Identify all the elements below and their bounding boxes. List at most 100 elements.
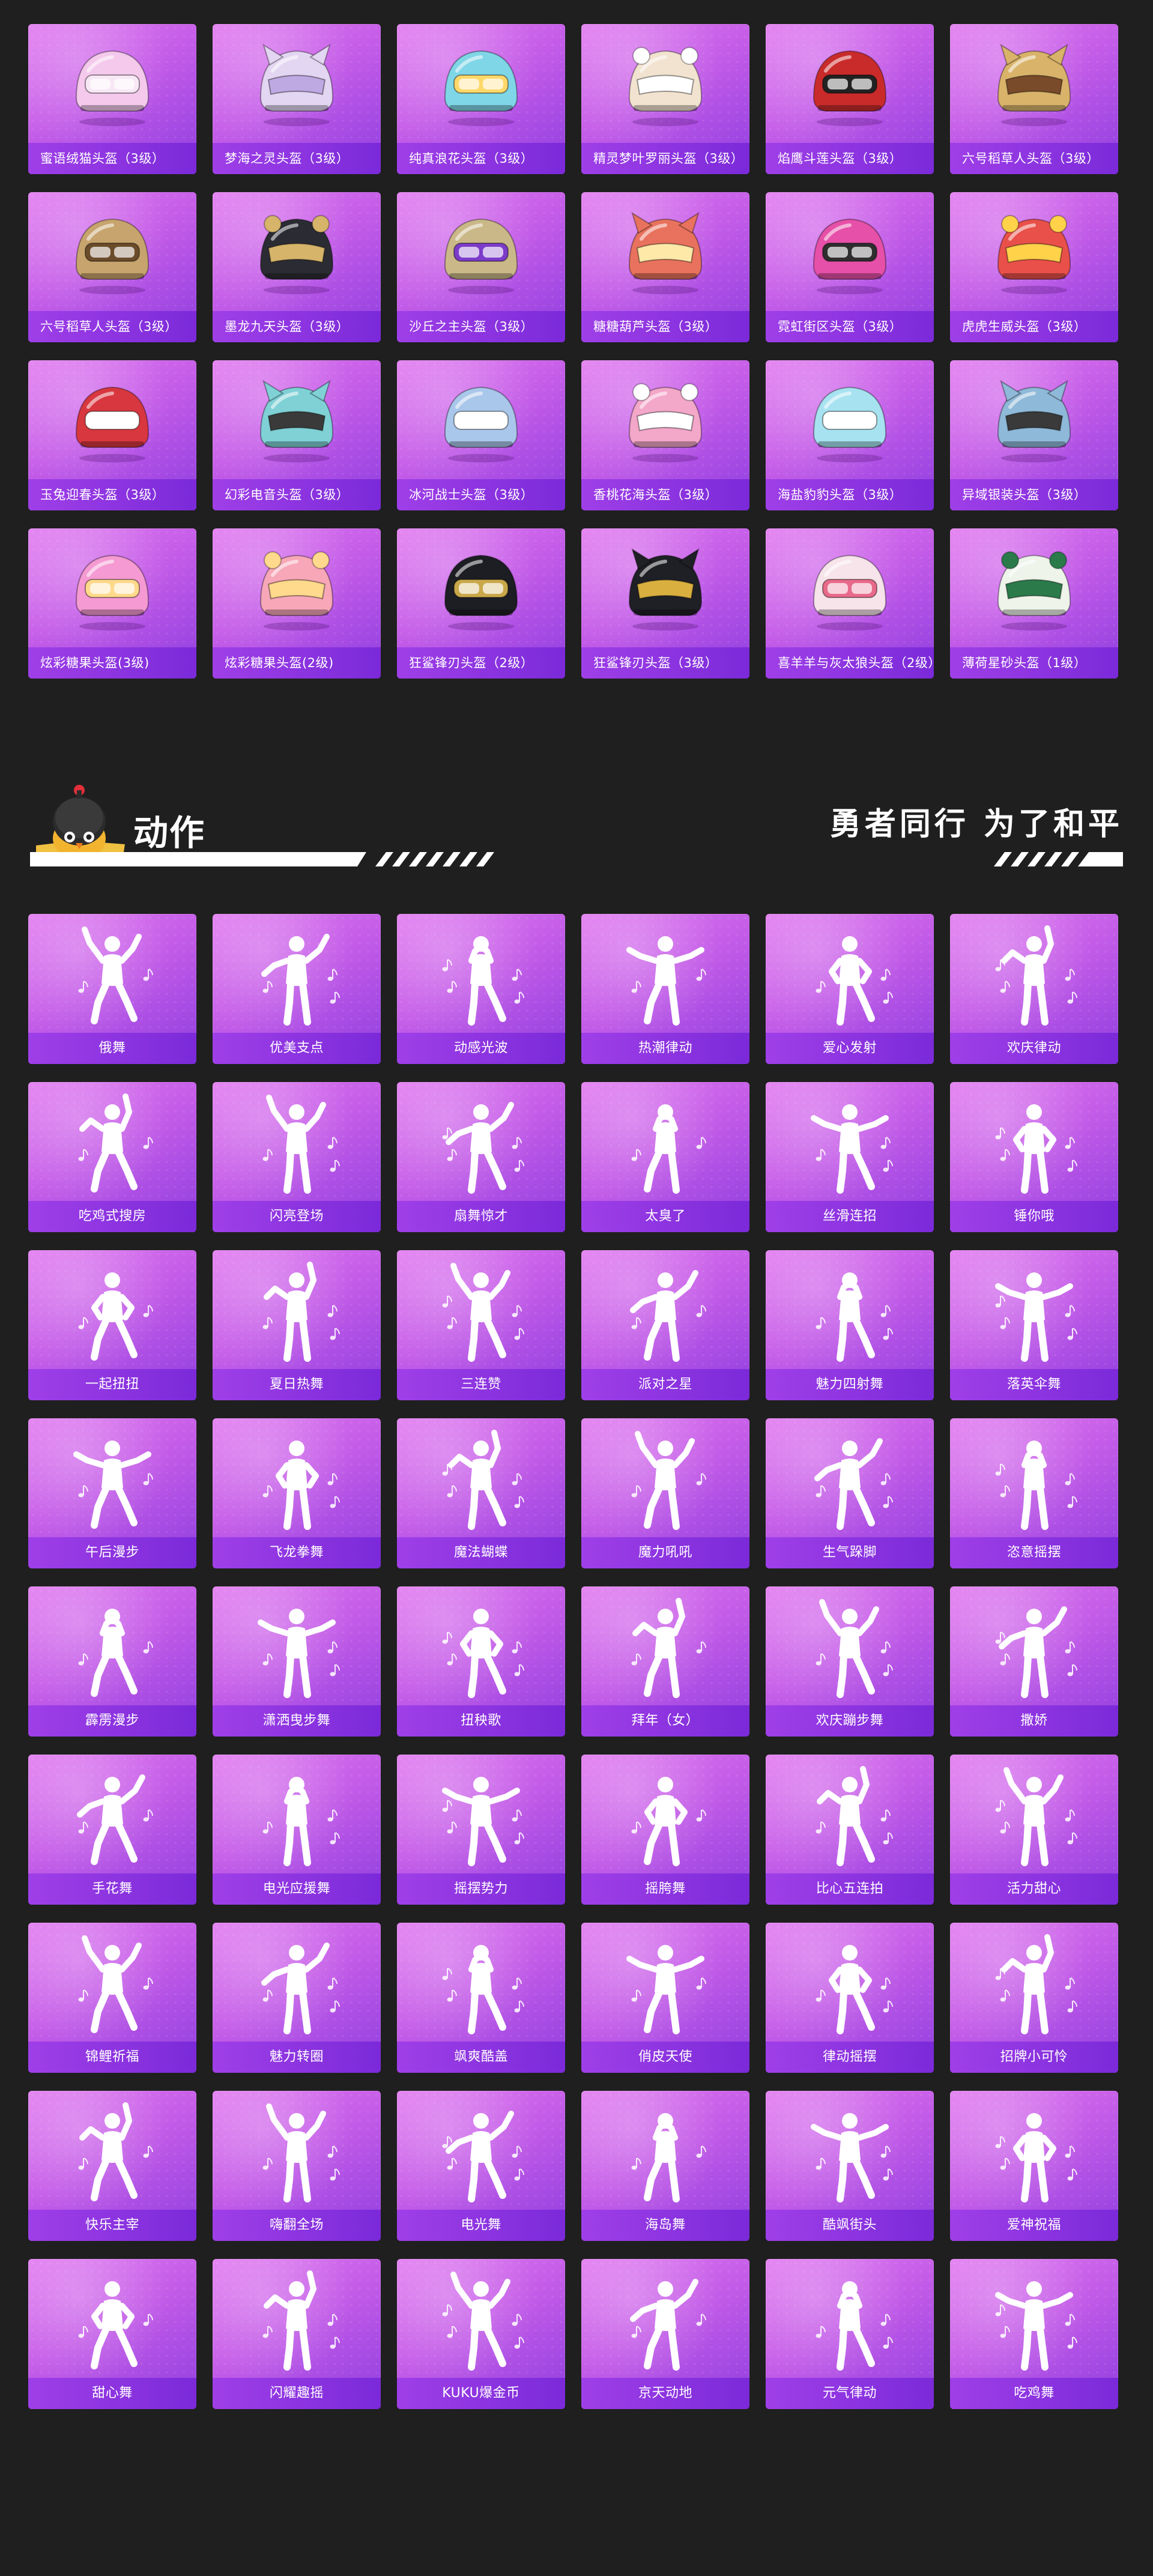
emote-card[interactable]: 魔法蝴蝶 <box>397 1418 565 1568</box>
helmet-label: 狂鲨锋刃头盔（2级） <box>397 647 565 679</box>
helmet-card[interactable]: 虎虎生威头盔（3级） <box>950 192 1118 342</box>
candy-cap-helmet-icon <box>213 528 381 646</box>
emote-card[interactable]: 摇摆势力 <box>397 1755 565 1905</box>
helmet-card[interactable]: 霓虹街区头盔（3级） <box>766 192 934 342</box>
emote-card[interactable]: 嗨翻全场 <box>213 2091 381 2241</box>
emote-card[interactable]: 动感光波 <box>397 914 565 1064</box>
pink-cat-helmet-icon <box>28 24 196 142</box>
emote-card[interactable]: 夏日热舞 <box>213 1250 381 1400</box>
helmet-card[interactable]: 梦海之灵头盔（3级） <box>213 24 381 174</box>
emote-label: 律动摇摆 <box>766 2042 934 2073</box>
dancer-silhouette-icon <box>950 1755 1118 1872</box>
emote-card[interactable]: 欢庆蹦步舞 <box>766 1586 934 1737</box>
emote-label: 霹雳漫步 <box>28 1705 196 1737</box>
helmet-card[interactable]: 六号稻草人头盔（3级） <box>950 24 1118 174</box>
helmet-card[interactable]: 玉兔迎春头盔（3级） <box>28 360 196 510</box>
dancer-silhouette-icon <box>581 2091 749 2209</box>
helmet-card[interactable]: 香桃花海头盔（3级） <box>581 360 749 510</box>
emote-card[interactable]: KUKU爆金币 <box>397 2259 565 2409</box>
helmet-card[interactable]: 海盐豹豹头盔（3级） <box>766 360 934 510</box>
emote-card[interactable]: 元气律动 <box>766 2259 934 2409</box>
emote-card[interactable]: 生气跺脚 <box>766 1418 934 1568</box>
helmet-card[interactable]: 异域银装头盔（3级） <box>950 360 1118 510</box>
helmet-card[interactable]: 蜜语绒猫头盔（3级） <box>28 24 196 174</box>
helmet-label: 虎虎生威头盔（3级） <box>950 311 1118 342</box>
emote-label: 夏日热舞 <box>213 1369 381 1400</box>
helmet-card[interactable]: 焰鹰斗莲头盔（3级） <box>766 24 934 174</box>
emote-card[interactable]: 闪亮登场 <box>213 1082 381 1232</box>
dancer-silhouette-icon <box>28 1923 196 2040</box>
emote-card[interactable]: 三连赞 <box>397 1250 565 1400</box>
helmet-card[interactable]: 薄荷星砂头盔（1级） <box>950 528 1118 679</box>
dancer-silhouette-icon <box>28 914 196 1032</box>
emote-label: 电光舞 <box>397 2210 565 2241</box>
emote-card[interactable]: 甜心舞 <box>28 2259 196 2409</box>
emote-card[interactable]: 霹雳漫步 <box>28 1586 196 1737</box>
emote-card[interactable]: 吃鸡式搜房 <box>28 1082 196 1232</box>
emote-card[interactable]: 手花舞 <box>28 1755 196 1905</box>
emote-card[interactable]: 丝滑连招 <box>766 1082 934 1232</box>
emote-card[interactable]: 飞龙拳舞 <box>213 1418 381 1568</box>
helmet-card[interactable]: 六号稻草人头盔（3级） <box>28 192 196 342</box>
emote-card[interactable]: 派对之星 <box>581 1250 749 1400</box>
candied-haws-helmet-icon <box>581 192 749 310</box>
emote-card[interactable]: 优美支点 <box>213 914 381 1064</box>
helmet-card[interactable]: 纯真浪花头盔（3级） <box>397 24 565 174</box>
dancer-silhouette-icon <box>28 1418 196 1536</box>
emote-card[interactable]: 酷飒街头 <box>766 2091 934 2241</box>
emote-card[interactable]: 京天动地 <box>581 2259 749 2409</box>
helmet-card[interactable]: 炫彩糖果头盔(3级) <box>28 528 196 679</box>
emote-card[interactable]: 扇舞惊才 <box>397 1082 565 1232</box>
emote-card[interactable]: 热潮律动 <box>581 914 749 1064</box>
emote-card[interactable]: 撒娇 <box>950 1586 1118 1737</box>
helmet-card[interactable]: 狂鲨锋刃头盔（2级） <box>397 528 565 679</box>
emote-card[interactable]: 锦鲤祈福 <box>28 1923 196 2073</box>
emote-card[interactable]: 律动摇摆 <box>766 1923 934 2073</box>
helmet-card[interactable]: 炫彩糖果头盔(2级) <box>213 528 381 679</box>
emote-card[interactable]: 潇洒曳步舞 <box>213 1586 381 1737</box>
emote-label: 丝滑连招 <box>766 1201 934 1232</box>
emote-card[interactable]: 飒爽酷盖 <box>397 1923 565 2073</box>
emote-card[interactable]: 海岛舞 <box>581 2091 749 2241</box>
emote-card[interactable]: 拜年（女） <box>581 1586 749 1737</box>
emote-card[interactable]: 爱神祝福 <box>950 2091 1118 2241</box>
emote-card[interactable]: 爱心发射 <box>766 914 934 1064</box>
emote-card[interactable]: 恣意摇摆 <box>950 1418 1118 1568</box>
emote-card[interactable]: 太臭了 <box>581 1082 749 1232</box>
emote-card[interactable]: 魔力吼吼 <box>581 1418 749 1568</box>
emote-label: 动感光波 <box>397 1033 565 1064</box>
dancer-silhouette-icon <box>397 2091 565 2209</box>
helmet-card[interactable]: 墨龙九天头盔（3级） <box>213 192 381 342</box>
emote-label: 海岛舞 <box>581 2210 749 2241</box>
helmet-card[interactable]: 糖糖葫芦头盔（3级） <box>581 192 749 342</box>
helmet-card[interactable]: 狂鲨锋刃头盔（3级） <box>581 528 749 679</box>
helmet-card[interactable]: 幻彩电音头盔（3级） <box>213 360 381 510</box>
emote-card[interactable]: 比心五连拍 <box>766 1755 934 1905</box>
emote-card[interactable]: 摇胯舞 <box>581 1755 749 1905</box>
emote-card[interactable]: 一起扭扭 <box>28 1250 196 1400</box>
helmet-card[interactable]: 精灵梦叶罗丽头盔（3级） <box>581 24 749 174</box>
emote-card[interactable]: 扭秧歌 <box>397 1586 565 1737</box>
emote-card[interactable]: 落英伞舞 <box>950 1250 1118 1400</box>
emote-card[interactable]: 俄舞 <box>28 914 196 1064</box>
emote-label: 爱神祝福 <box>950 2210 1118 2241</box>
emote-card[interactable]: 锤你哦 <box>950 1082 1118 1232</box>
emote-card[interactable]: 俏皮天使 <box>581 1923 749 2073</box>
emote-card[interactable]: 魅力转圈 <box>213 1923 381 2073</box>
helmet-card[interactable]: 冰河战士头盔（3级） <box>397 360 565 510</box>
aqua-goggles-helmet-icon <box>397 24 565 142</box>
dancer-silhouette-icon <box>950 1082 1118 1200</box>
emote-card[interactable]: 吃鸡舞 <box>950 2259 1118 2409</box>
emote-card[interactable]: 电光舞 <box>397 2091 565 2241</box>
emote-card[interactable]: 活力甜心 <box>950 1755 1118 1905</box>
emote-card[interactable]: 午后漫步 <box>28 1418 196 1568</box>
helmet-card[interactable]: 喜羊羊与灰太狼头盔（2级） <box>766 528 934 679</box>
emote-card[interactable]: 闪耀趣摇 <box>213 2259 381 2409</box>
emote-label: 闪亮登场 <box>213 1201 381 1232</box>
helmet-card[interactable]: 沙丘之主头盔（3级） <box>397 192 565 342</box>
emote-card[interactable]: 招牌小可怜 <box>950 1923 1118 2073</box>
emote-card[interactable]: 魅力四射舞 <box>766 1250 934 1400</box>
emote-card[interactable]: 欢庆律动 <box>950 914 1118 1064</box>
emote-card[interactable]: 快乐主宰 <box>28 2091 196 2241</box>
emote-card[interactable]: 电光应援舞 <box>213 1755 381 1905</box>
